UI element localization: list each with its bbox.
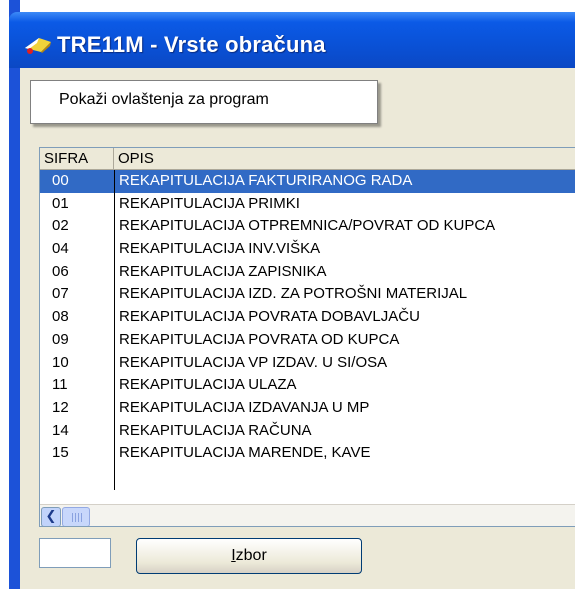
table-row[interactable]: 09 REKAPITULACIJA POVRATA OD KUPCA <box>40 329 575 352</box>
table-row[interactable]: 10 REKAPITULACIJA VP IZDAV. U SI/OSA <box>40 352 575 375</box>
desktop-edge <box>0 0 9 589</box>
button-label: zbor <box>235 547 267 564</box>
cell-sifra: 09 <box>52 330 69 348</box>
table-row[interactable]: 14 REKAPITULACIJA RAČUNA <box>40 420 575 443</box>
cell-sifra: 15 <box>52 444 69 462</box>
grip-line <box>72 513 73 522</box>
cell-opis: REKAPITULACIJA VP IZDAV. U SI/OSA <box>119 353 388 371</box>
app-window: TRE11M - Vrste obračuna Pokaži ovlaštenj… <box>9 12 575 589</box>
desktop-top-gap <box>20 0 575 12</box>
table-row[interactable]: 02 REKAPITULACIJA OTPREMNICA/POVRAT OD KU… <box>40 215 575 238</box>
cell-opis: REKAPITULACIJA INV.VIŠKA <box>119 240 321 258</box>
cell-opis: REKAPITULACIJA OTPREMNICA/POVRAT OD KUPC… <box>119 217 496 235</box>
window-client-area: Pokaži ovlaštenja za program SIFRA OPIS … <box>20 68 575 589</box>
cell-opis: REKAPITULACIJA ULAZA <box>119 376 297 394</box>
cell-sifra: 08 <box>52 308 69 326</box>
cell-sifra: 12 <box>52 398 69 416</box>
column-divider <box>114 170 115 490</box>
horizontal-scrollbar[interactable]: ❮ <box>40 504 575 526</box>
cell-sifra: 04 <box>52 240 69 258</box>
grid-rows: 00 REKAPITULACIJA FAKTURIRANOG RADA 01 REKA… <box>40 170 575 465</box>
code-input[interactable] <box>39 538 111 568</box>
cell-opis: REKAPITULACIJA FAKTURIRANOG RADA <box>119 172 413 189</box>
izbor-button[interactable]: Izbor <box>136 538 362 574</box>
chevron-left-icon[interactable]: ❮ <box>41 507 61 526</box>
cell-sifra: 02 <box>52 217 69 235</box>
data-grid[interactable]: SIFRA OPIS 00 REKAPITULACIJA FAKTURIRANOG… <box>39 147 575 527</box>
cell-opis: REKAPITULACIJA RAČUNA <box>119 421 312 439</box>
cell-sifra: 07 <box>52 285 69 303</box>
cell-sifra: 10 <box>52 353 69 371</box>
cell-sifra: 01 <box>52 194 69 212</box>
table-row[interactable]: 08 REKAPITULACIJA POVRATA DOBAVLJAČU <box>40 306 575 329</box>
title-bar[interactable]: TRE11M - Vrste obračuna <box>9 12 575 68</box>
column-header-sifra[interactable]: SIFRA <box>40 148 114 170</box>
cell-sifra: 11 <box>52 376 68 394</box>
app-icon[interactable] <box>23 34 53 56</box>
grip-line <box>75 513 76 522</box>
menu-item-show-permissions[interactable]: Pokaži ovlaštenja za program <box>59 91 269 109</box>
table-row[interactable]: 12 REKAPITULACIJA IZDAVANJA U MP <box>40 397 575 420</box>
table-row[interactable]: 04 REKAPITULACIJA INV.VIŠKA <box>40 238 575 261</box>
table-row[interactable]: 06 REKAPITULACIJA ZAPISNIKA <box>40 261 575 284</box>
window-title: TRE11M - Vrste obračuna <box>57 32 326 57</box>
cell-opis: REKAPITULACIJA MARENDE, KAVE <box>119 444 371 462</box>
table-row[interactable]: 01 REKAPITULACIJA PRIMKI <box>40 193 575 216</box>
scroll-thumb[interactable] <box>62 507 90 526</box>
cell-opis: REKAPITULACIJA IZD. ZA POTROŠNI MATERIJA… <box>119 285 468 303</box>
cell-sifra: 00 <box>52 172 69 189</box>
context-menu: Pokaži ovlaštenja za program <box>30 80 378 124</box>
cell-opis: REKAPITULACIJA ZAPISNIKA <box>119 262 327 280</box>
cell-opis: REKAPITULACIJA IZDAVANJA U MP <box>119 398 370 416</box>
table-row[interactable]: 15 REKAPITULACIJA MARENDE, KAVE <box>40 442 575 465</box>
cell-opis: REKAPITULACIJA PRIMKI <box>119 194 300 212</box>
cell-opis: REKAPITULACIJA POVRATA DOBAVLJAČU <box>119 308 420 326</box>
cell-sifra: 14 <box>52 421 69 439</box>
cell-opis: REKAPITULACIJA POVRATA OD KUPCA <box>119 330 400 348</box>
table-row[interactable]: 11 REKAPITULACIJA ULAZA <box>40 374 575 397</box>
column-header-opis[interactable]: OPIS <box>114 148 575 170</box>
grip-line <box>78 513 79 522</box>
grid-header: SIFRA OPIS <box>40 148 575 170</box>
cell-sifra: 06 <box>52 262 69 280</box>
table-row[interactable]: 00 REKAPITULACIJA FAKTURIRANOG RADA <box>40 170 575 193</box>
table-row[interactable]: 07 REKAPITULACIJA IZD. ZA POTROŠNI MATERI… <box>40 283 575 306</box>
grip-line <box>81 513 82 522</box>
